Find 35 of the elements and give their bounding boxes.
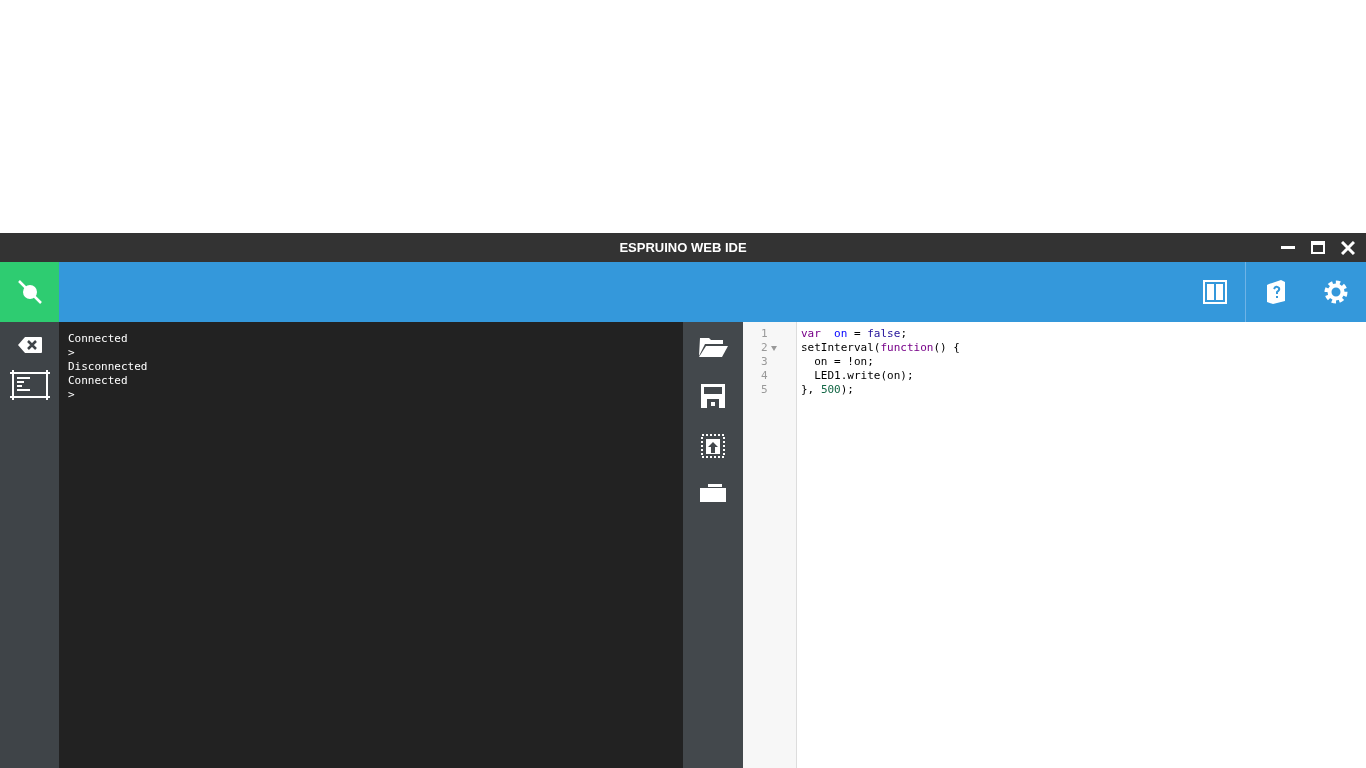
folder-icon [700, 484, 726, 502]
folder-button[interactable] [700, 484, 726, 502]
line-number: 1 [761, 327, 768, 341]
folder-open-icon [697, 336, 729, 358]
backspace-icon [16, 336, 43, 354]
upload-button[interactable] [701, 434, 725, 458]
terminal-line: Disconnected [68, 360, 148, 374]
code-line: var on = false; [801, 327, 907, 341]
line-number: 2 [761, 341, 768, 355]
code-line: on = !on; [813, 355, 874, 369]
terminal-layout-button[interactable] [9, 370, 50, 400]
code-line: LED1.write(on); [813, 369, 914, 383]
open-button[interactable] [697, 336, 729, 358]
close-icon [1341, 240, 1355, 255]
book-question-icon [1265, 279, 1287, 305]
plug-icon [16, 279, 43, 305]
line-number: 5 [761, 383, 768, 397]
line-number: 3 [761, 355, 768, 369]
terminal-line: Connected [68, 374, 128, 388]
save-button[interactable] [701, 384, 725, 408]
text-frame-icon [9, 370, 50, 400]
upload-icon [701, 434, 725, 458]
terminal-line: > [68, 346, 75, 360]
line-number: 4 [761, 369, 768, 383]
terminal-line: > [68, 388, 75, 402]
code-line: setInterval(function() { [801, 341, 960, 355]
clear-terminal-button[interactable] [16, 336, 43, 354]
fold-arrow-icon[interactable] [770, 345, 777, 351]
maximize-icon [1311, 241, 1325, 254]
terminal-line: Connected [68, 332, 128, 346]
settings-icon [1323, 279, 1349, 305]
window-title: ESPRUINO WEB IDE [619, 238, 747, 257]
minimize-icon [1281, 246, 1295, 249]
code-line: }, 500); [801, 383, 854, 397]
split-view-icon [1203, 280, 1227, 304]
